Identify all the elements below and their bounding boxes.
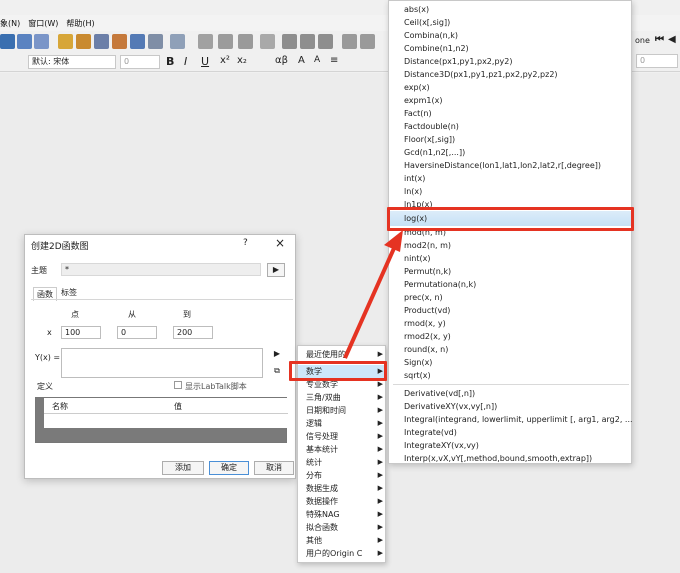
pointer-arrow [343,230,403,359]
